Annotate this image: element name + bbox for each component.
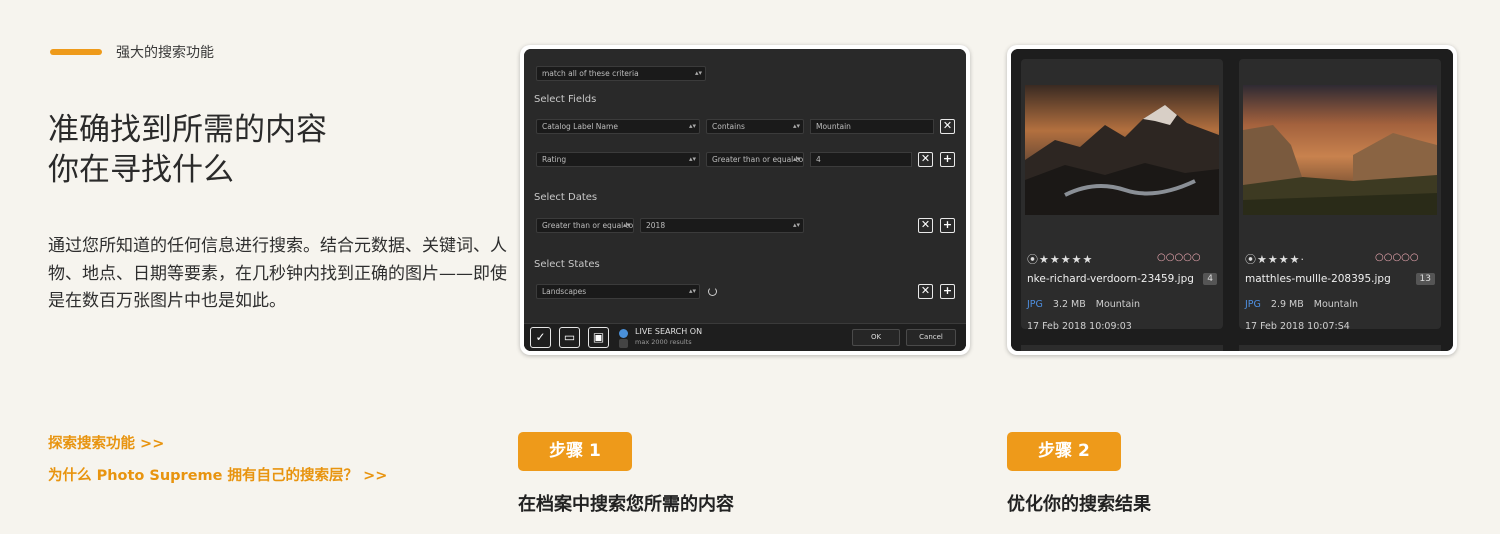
file-info: JPG 2.9 MB Mountaln [1245,299,1358,310]
why-prefix: 为什么 [48,468,97,484]
live-search-toggle[interactable] [619,329,628,338]
file-type: JPG [1027,299,1043,310]
results-grid: ⦿★★★★★ ○○○○○ nke-richard-verdoorn-23459.… [1011,49,1453,351]
accent-bar [50,49,102,55]
star-rating[interactable]: ⦿★★★★· [1245,251,1305,267]
loading-spinner-icon [708,287,717,296]
step-2-title: 优化你的搜索结果 [1007,494,1151,515]
section-eyebrow: 强大的搜索功能 [50,42,214,62]
match-criteria-select[interactable]: match all of these criteria ▴▾ [536,66,706,81]
file-size: 3.2 MB [1052,299,1086,310]
file-name: matthles-mullle-208395.jpg [1245,273,1391,285]
photo-thumbnail [1025,85,1219,215]
add-state-button[interactable]: + [940,284,955,299]
cancel-button[interactable]: Cancel [906,329,956,346]
step-1-title: 在档案中搜索您所需的内容 [518,494,734,515]
page-headline: 准确找到所需的内容 你在寻找什么 [48,110,327,190]
why-search-layer-link[interactable]: 为什么 Photo Supreme 拥有自己的搜索层？ >> [48,464,387,485]
photo-thumbnail [1243,85,1437,215]
file-type: JPG [1245,299,1261,310]
eyebrow-label: 强大的搜索功能 [116,45,214,61]
color-labels[interactable]: ○○○○○ [1157,252,1201,263]
select-fields-heading: Select Fields [534,94,597,105]
file-size: 2.9 MB [1270,299,1304,310]
next-row-card [1021,345,1223,351]
version-count-badge: 4 [1203,273,1217,285]
keyword: Mountaln [1313,299,1359,310]
operator-select[interactable]: Contains ▴▾ [706,119,804,134]
capture-date: 17 Feb 2018 10:07:S4 [1245,321,1350,332]
body-copy: 通过您所知道的任何信息进行搜索。结合元数据、关键词、人物、地点、日期等要素，在几… [48,236,507,311]
save-icon[interactable]: ▣ [588,327,609,348]
field-select[interactable]: Rating ▴▾ [536,152,700,167]
capture-date: 17 Feb 2018 10:09:03 [1027,321,1132,332]
live-search-label: LIVE SEARCH ON [635,327,703,336]
date-value-select[interactable]: 2018 ▴▾ [640,218,804,233]
date-operator-select[interactable]: Greater than or equal to ▴▾ [536,218,634,233]
state-select[interactable]: Landscapes ▴▾ [536,284,700,299]
search-dialog: match all of these criteria ▴▾ Select Fie… [524,49,966,351]
remove-criteria-button[interactable]: ✕ [918,152,933,167]
color-labels[interactable]: ○○○○○ [1375,252,1419,263]
result-card[interactable]: ⦿★★★★· ○○○○○ matthles-mullle-208395.jpg … [1239,59,1441,332]
step-1-badge: 步骤 1 [518,432,632,471]
search-results-screenshot: ⦿★★★★★ ○○○○○ nke-richard-verdoorn-23459.… [1007,45,1457,355]
file-info: JPG 3.2 MB Mountain [1027,299,1140,310]
headline-line-1: 准确找到所需的内容 [48,112,327,148]
ok-button[interactable]: OK [852,329,900,346]
live-search-sublabel: max 2000 results [635,338,692,346]
remove-date-button[interactable]: ✕ [918,218,933,233]
dialog-footer: ✓ ▭ ▣ LIVE SEARCH ON max 2000 results OK… [524,323,966,351]
operator-select[interactable]: Greater than or equal to ▴▾ [706,152,804,167]
remove-state-button[interactable]: ✕ [918,284,933,299]
why-suffix: 拥有自己的搜索层？ >> [222,468,388,484]
brand-name: Photo Supreme [96,468,223,484]
keyword: Mountain [1095,299,1141,310]
check-icon[interactable]: ✓ [530,327,551,348]
search-dialog-screenshot: match all of these criteria ▴▾ Select Fie… [520,45,970,355]
remove-criteria-button[interactable]: ✕ [940,119,955,134]
result-card[interactable]: ⦿★★★★★ ○○○○○ nke-richard-verdoorn-23459.… [1021,59,1223,332]
step-2-badge: 步骤 2 [1007,432,1121,471]
folder-icon[interactable]: ▭ [559,327,580,348]
select-dates-heading: Select Dates [534,192,598,203]
live-search-track [619,339,628,348]
file-name: nke-richard-verdoorn-23459.jpg [1027,273,1194,285]
star-rating[interactable]: ⦿★★★★★ [1027,251,1093,267]
add-criteria-button[interactable]: + [940,152,955,167]
value-input[interactable]: 4 [810,152,912,167]
add-date-button[interactable]: + [940,218,955,233]
explore-search-link[interactable]: 探索搜索功能 >> [48,432,164,453]
headline-line-2: 你在寻找什么 [48,152,234,188]
next-row-card [1239,345,1441,351]
value-input[interactable]: Mountain [810,119,934,134]
select-states-heading: Select States [534,259,600,270]
version-count-badge: 13 [1415,273,1435,285]
field-select[interactable]: Catalog Label Name ▴▾ [536,119,700,134]
